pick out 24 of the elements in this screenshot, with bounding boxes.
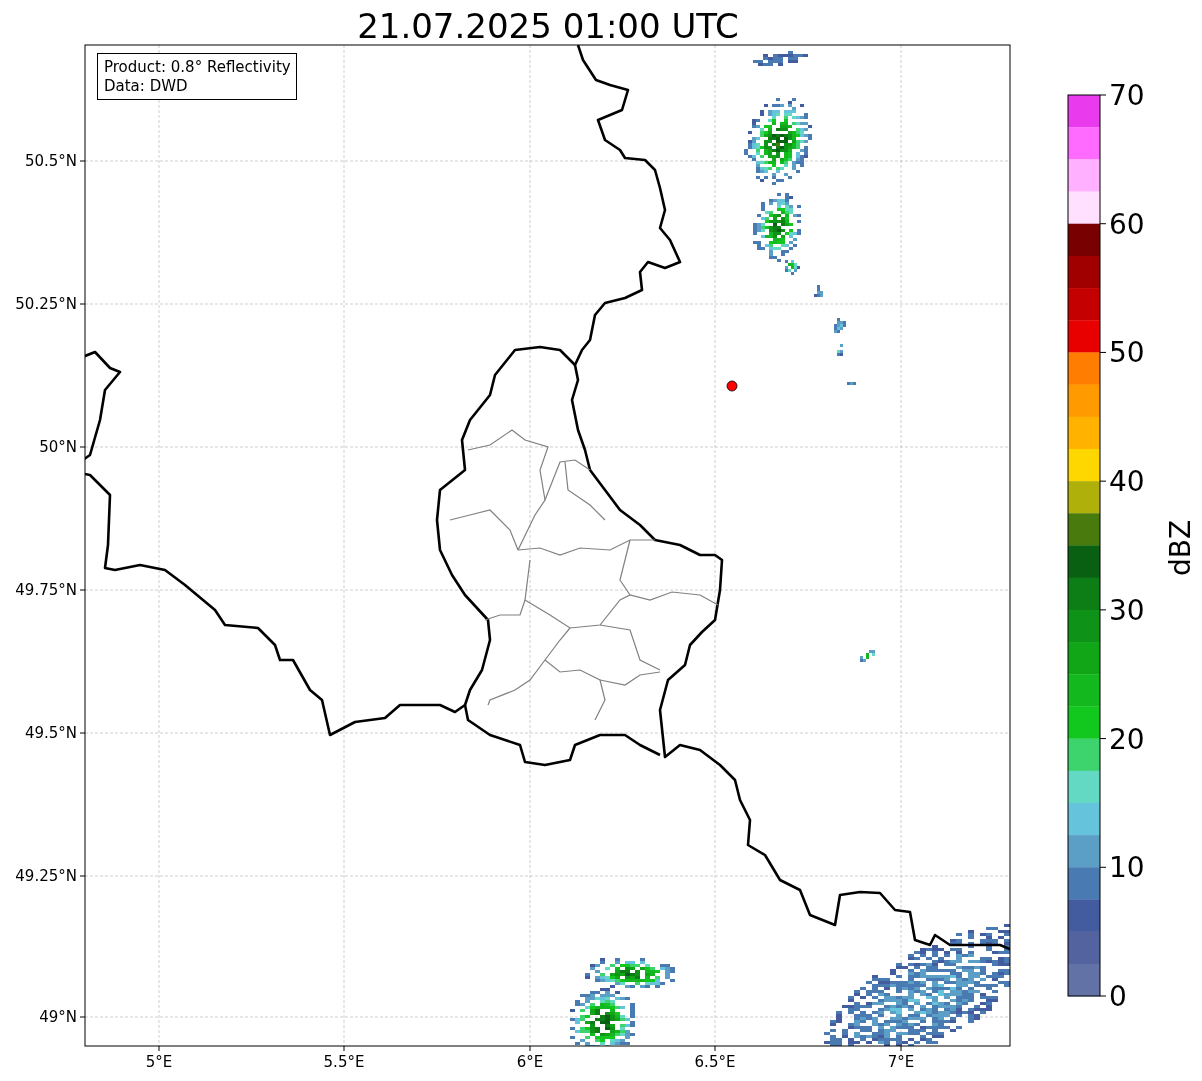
colorbar-tick-label: 40 [1109,465,1145,499]
axis-tick-label: 50°N [39,438,77,456]
info-box: Product: 0.8° Reflectivity Data: DWD [97,53,297,100]
colorbar-tick-label: 30 [1109,593,1145,627]
colorbar-label: dBZ [1164,519,1197,577]
axis-tick-label: 5°E [145,1053,173,1071]
colorbar-tick-label: 0 [1109,980,1127,1013]
axis-tick-label: 6.5°E [694,1053,736,1071]
axis-tick-label: 6°E [516,1053,544,1071]
colorbar-tick-label: 10 [1109,851,1145,885]
axis-tick-label: 49.5°N [24,724,77,742]
axis-tick-label: 49.75°N [15,581,77,599]
colorbar-tick-label: 70 [1109,79,1145,112]
axis-tick-label: 5.5°E [323,1053,365,1071]
axis-tick-label: 49°N [39,1008,77,1026]
colorbar-tick-label: 20 [1109,722,1145,756]
colorbar-tick-label: 50 [1109,336,1145,370]
axis-tick-label: 50.5°N [24,152,77,170]
colorbar-tick-label: 60 [1109,207,1145,241]
chart-title: 21.07.2025 01:00 UTC [357,6,739,46]
axis-tick-label: 50.25°N [15,295,77,313]
axis-tick-label: 49.25°N [15,867,77,885]
axis-tick-label: 7°E [887,1053,915,1071]
radar-site-marker [726,380,738,392]
